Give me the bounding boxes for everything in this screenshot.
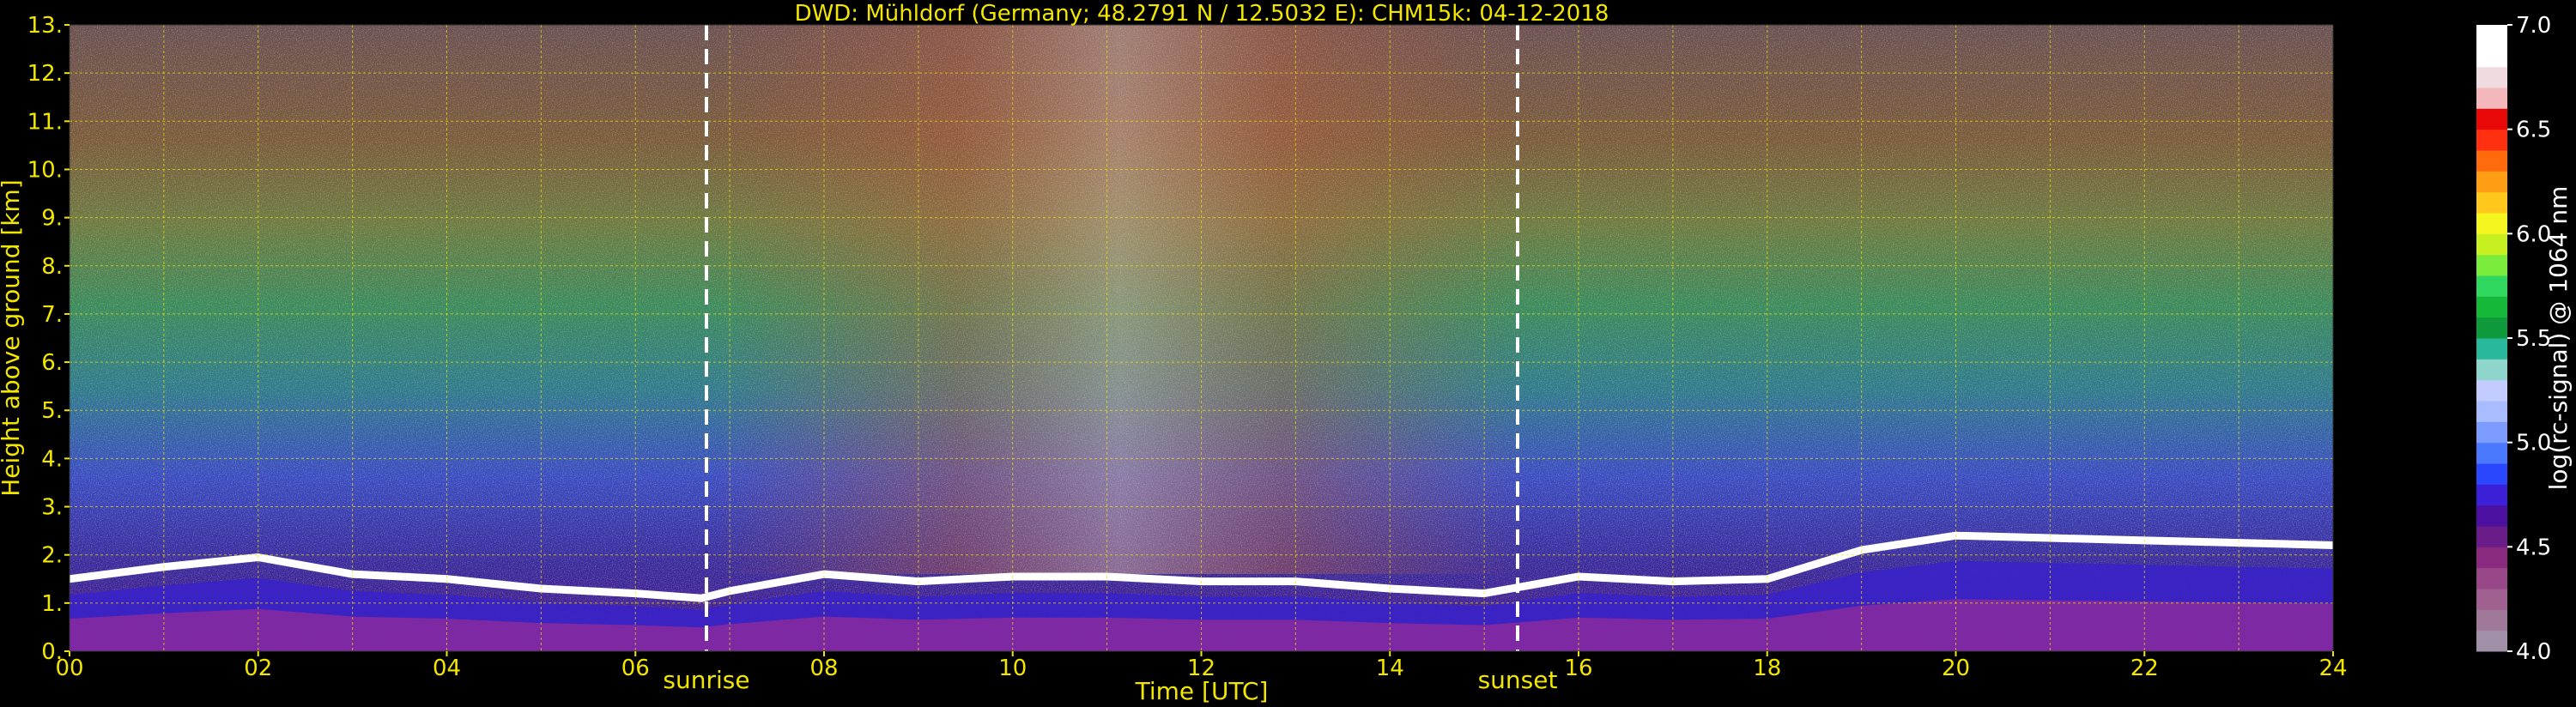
y-tick-label: 5. bbox=[41, 398, 63, 424]
x-tick-label: 06 bbox=[621, 656, 650, 681]
colorbar-label: log(rc-signal) @ 1064 nm bbox=[2544, 186, 2573, 491]
colorbar-segment bbox=[2476, 108, 2507, 130]
colorbar-segment bbox=[2476, 338, 2507, 360]
colorbar-segment bbox=[2476, 589, 2507, 610]
colorbar-segment bbox=[2476, 379, 2507, 402]
colorbar-segment bbox=[2476, 233, 2507, 256]
colorbar-segment bbox=[2476, 45, 2507, 68]
colorbar-segment bbox=[2476, 317, 2507, 339]
y-tick-label: 8. bbox=[41, 254, 63, 280]
colorbar-tick-label: 4.5 bbox=[2516, 535, 2551, 560]
colorbar-segment bbox=[2476, 171, 2507, 193]
colorbar-tick-label: 7.0 bbox=[2516, 13, 2551, 39]
y-tick-label: 3. bbox=[41, 495, 63, 521]
y-tick-label: 6. bbox=[41, 350, 63, 376]
colorbar-tick-label: 6.5 bbox=[2516, 118, 2551, 143]
colorbar-segment bbox=[2476, 401, 2507, 422]
lidar-chart: 0.1.2.3.4.5.6.7.8.9.10.11.12.13. 00 02 04 0… bbox=[0, 1, 2573, 705]
y-tick-label: 11. bbox=[27, 109, 63, 135]
colorbar-segment bbox=[2476, 547, 2507, 569]
x-tick-label: 04 bbox=[433, 656, 461, 681]
x-tick-label: 08 bbox=[809, 656, 838, 681]
x-tick-label: 00 bbox=[55, 656, 83, 681]
y-tick-label: 7. bbox=[41, 302, 63, 328]
colorbar-tick-label: 4.0 bbox=[2516, 639, 2551, 665]
colorbar-segment bbox=[2476, 630, 2507, 652]
y-tick-label: 2. bbox=[41, 543, 63, 569]
chart-title: DWD: Mühldorf (Germany; 48.2791 N / 12.5… bbox=[795, 1, 1609, 27]
x-tick-label: 10 bbox=[998, 656, 1027, 681]
colorbar-segment bbox=[2476, 25, 2507, 46]
x-tick-label: 22 bbox=[2131, 656, 2159, 681]
sunrise-label: sunrise bbox=[663, 666, 749, 694]
colorbar-segment bbox=[2476, 213, 2507, 234]
colorbar-segment bbox=[2476, 421, 2507, 444]
colorbar-segment bbox=[2476, 88, 2507, 109]
colorbar-segment bbox=[2476, 296, 2507, 318]
y-tick-label: 10. bbox=[27, 157, 63, 183]
x-axis-label: Time [UTC] bbox=[1135, 677, 1269, 705]
x-tick-label: 14 bbox=[1376, 656, 1404, 681]
colorbar-segment bbox=[2476, 567, 2507, 589]
y-tick-label: 9. bbox=[41, 206, 63, 232]
y-axis-ticks: 0.1.2.3.4.5.6.7.8.9.10.11.12.13. bbox=[27, 13, 70, 665]
colorbar bbox=[2476, 25, 2507, 652]
x-tick-label: 24 bbox=[2318, 656, 2347, 681]
y-axis-label: Height above ground [km] bbox=[0, 179, 25, 497]
colorbar-segment bbox=[2476, 254, 2507, 276]
colorbar-segment bbox=[2476, 275, 2507, 297]
y-tick-label: 4. bbox=[41, 446, 63, 472]
colorbar-segment bbox=[2476, 191, 2507, 214]
y-tick-label: 12. bbox=[27, 61, 63, 87]
x-tick-label: 20 bbox=[1942, 656, 1970, 681]
colorbar-segment bbox=[2476, 609, 2507, 631]
y-tick-label: 13. bbox=[27, 13, 63, 39]
x-tick-label: 16 bbox=[1564, 656, 1592, 681]
colorbar-segment bbox=[2476, 129, 2507, 151]
plot-area bbox=[70, 25, 2333, 651]
colorbar-segment bbox=[2476, 150, 2507, 172]
colorbar-segment bbox=[2476, 442, 2507, 464]
x-tick-label: 18 bbox=[1753, 656, 1781, 681]
colorbar-segment bbox=[2476, 66, 2507, 88]
colorbar-segment bbox=[2476, 505, 2507, 527]
colorbar-segment bbox=[2476, 359, 2507, 381]
x-tick-label: 02 bbox=[244, 656, 272, 681]
sunset-label: sunset bbox=[1478, 666, 1558, 694]
colorbar-segment bbox=[2476, 526, 2507, 547]
colorbar-segment bbox=[2476, 484, 2507, 506]
y-tick-label: 1. bbox=[41, 591, 63, 617]
colorbar-segment bbox=[2476, 463, 2507, 485]
